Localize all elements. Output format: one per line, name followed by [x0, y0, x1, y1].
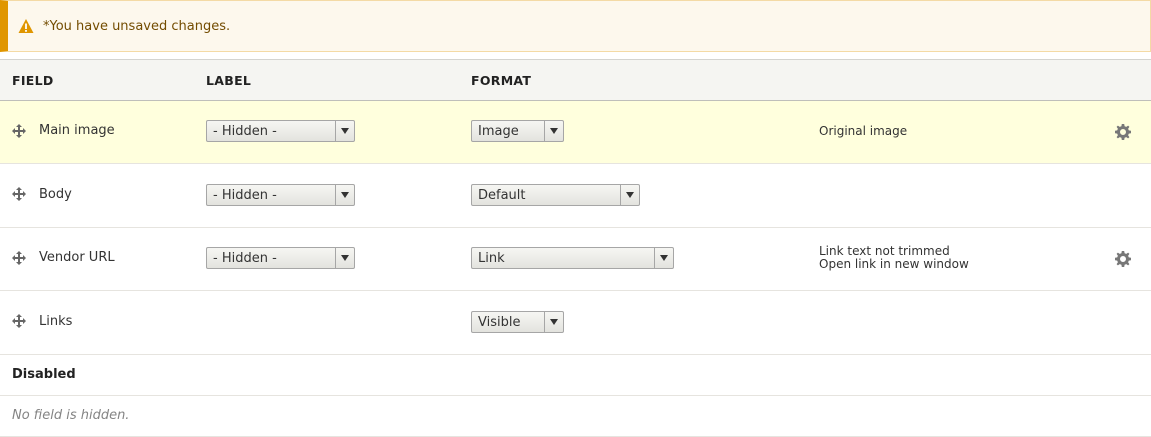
region-title-text: Disabled: [12, 367, 76, 382]
move-icon[interactable]: [12, 187, 26, 201]
table-row: Main image - Hidden - Image Original ima…: [0, 101, 1151, 164]
chevron-down-icon: [544, 312, 563, 332]
formatter-summary: Original image: [819, 125, 907, 138]
chevron-down-icon: [544, 121, 563, 141]
column-header-field: FIELD: [12, 73, 54, 88]
format-select-value: Link: [478, 251, 505, 266]
format-select[interactable]: Image: [471, 120, 564, 142]
label-select-value: - Hidden -: [213, 188, 277, 203]
label-select[interactable]: - Hidden -: [206, 120, 355, 142]
column-header-label: LABEL: [206, 73, 252, 88]
format-select[interactable]: Default: [471, 184, 640, 206]
table-row: Vendor URL - Hidden - Link Link text not…: [0, 228, 1151, 291]
label-select-value: - Hidden -: [213, 124, 277, 139]
format-select[interactable]: Visible: [471, 311, 564, 333]
label-select-value: - Hidden -: [213, 251, 277, 266]
chevron-down-icon: [335, 248, 354, 268]
region-title-disabled: Disabled: [0, 355, 1151, 396]
format-select-value: Image: [478, 124, 519, 139]
empty-message-text: No field is hidden.: [12, 408, 130, 423]
move-icon[interactable]: [12, 314, 26, 328]
table-row: Links Visible: [0, 291, 1151, 355]
table-header: FIELD LABEL FORMAT: [0, 59, 1151, 101]
label-select[interactable]: - Hidden -: [206, 184, 355, 206]
format-select[interactable]: Link: [471, 247, 674, 269]
table-row: Body - Hidden - Default: [0, 164, 1151, 228]
field-name: Vendor URL: [39, 250, 115, 265]
gear-icon[interactable]: [1115, 251, 1131, 267]
label-select[interactable]: - Hidden -: [206, 247, 355, 269]
column-header-format: FORMAT: [471, 73, 532, 88]
summary-line: Original image: [819, 124, 908, 138]
field-name: Body: [39, 187, 72, 202]
warning-text: *You have unsaved changes.: [43, 18, 231, 34]
region-empty-message: No field is hidden.: [0, 396, 1151, 437]
move-icon[interactable]: [12, 124, 26, 138]
chevron-down-icon: [654, 248, 673, 268]
formatter-summary: Link text not trimmed Open link in new w…: [819, 245, 969, 271]
chevron-down-icon: [335, 185, 354, 205]
unsaved-changes-message: *You have unsaved changes.: [0, 0, 1151, 52]
move-icon[interactable]: [12, 251, 26, 265]
warning-icon: [18, 19, 34, 33]
format-select-value: Default: [478, 188, 526, 203]
field-name: Links: [39, 314, 73, 329]
chevron-down-icon: [620, 185, 639, 205]
summary-line: Open link in new window: [819, 257, 969, 271]
field-name: Main image: [39, 123, 115, 138]
gear-icon[interactable]: [1115, 124, 1131, 140]
format-select-value: Visible: [478, 315, 521, 330]
chevron-down-icon: [335, 121, 354, 141]
